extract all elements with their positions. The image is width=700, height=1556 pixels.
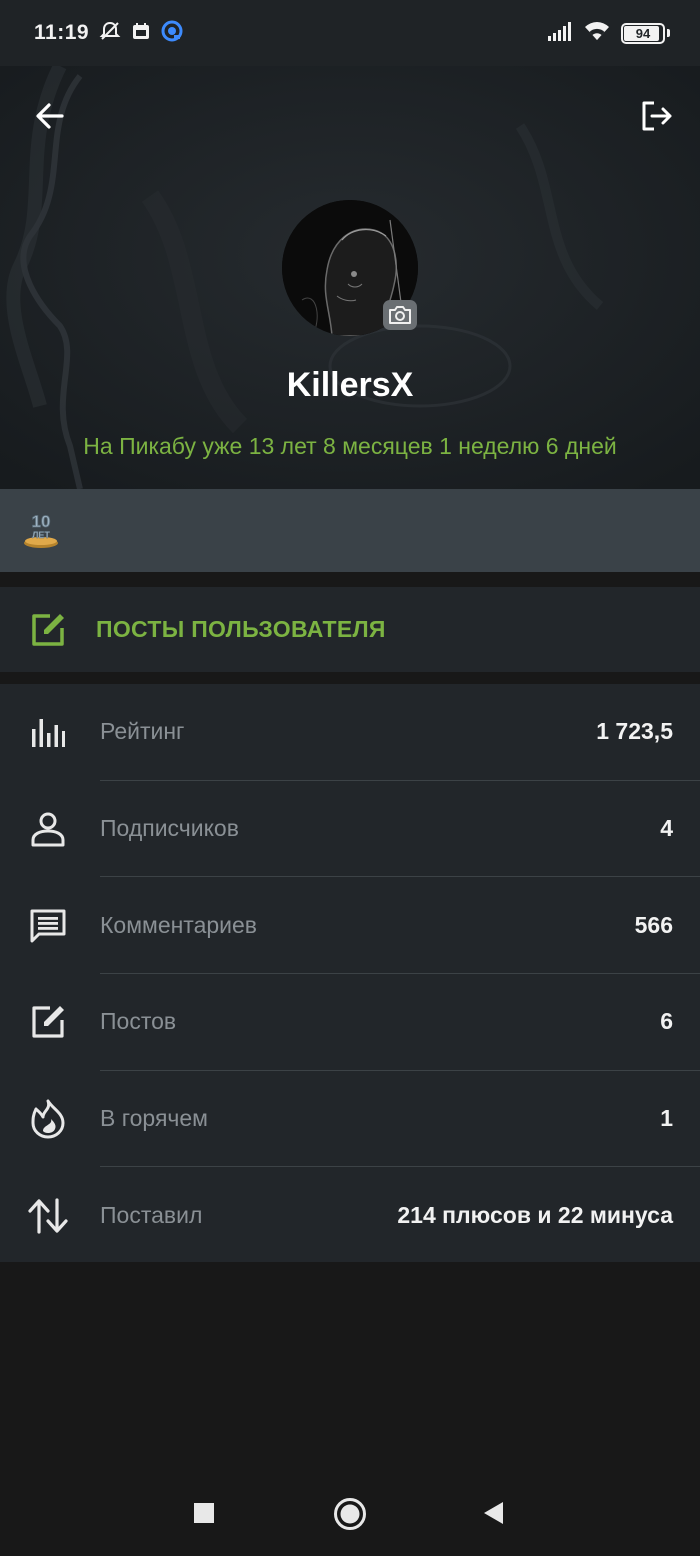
notification-muted-icon xyxy=(99,20,121,47)
up-down-arrows-icon xyxy=(28,1198,68,1234)
user-posts-label: ПОСТЫ ПОЛЬЗОВАТЕЛЯ xyxy=(96,616,386,642)
battery-level: 94 xyxy=(635,25,651,41)
stat-value: 1 xyxy=(660,1105,673,1132)
stat-label: Постов xyxy=(100,1008,177,1035)
edit-icon xyxy=(32,1006,64,1039)
logout-icon xyxy=(642,101,672,131)
status-bar: 11:19 94 xyxy=(0,0,700,66)
triangle-back-icon xyxy=(484,1502,503,1524)
awards-bar: 10 ЛЕТ xyxy=(0,489,700,572)
calendar-icon xyxy=(131,21,151,46)
comment-icon xyxy=(30,909,66,943)
stat-value: 4 xyxy=(660,815,673,842)
stat-value: 1 723,5 xyxy=(596,718,673,745)
award-10-years[interactable]: 10 ЛЕТ xyxy=(22,507,60,554)
bar-chart-icon xyxy=(32,719,65,748)
svg-text:10: 10 xyxy=(32,512,51,531)
stat-row-rating: Рейтинг 1 723,5 xyxy=(0,684,700,781)
stats-list: Рейтинг 1 723,5 Подписчиков 4 Комментари xyxy=(0,684,700,1262)
profile-header: KillersX На Пикабу уже 13 лет 8 месяцев … xyxy=(0,66,700,489)
svg-text:ЛЕТ: ЛЕТ xyxy=(32,530,50,540)
stat-label: В горячем xyxy=(100,1105,208,1132)
back-nav-button[interactable] xyxy=(474,1493,514,1533)
stat-row-votes: Поставил 214 плюсов и 22 минуса xyxy=(0,1167,700,1264)
circle-icon xyxy=(334,1498,366,1530)
stat-label: Рейтинг xyxy=(100,718,185,745)
logout-button[interactable] xyxy=(627,86,687,146)
avatar[interactable] xyxy=(282,200,418,336)
stat-row-posts[interactable]: Постов 6 xyxy=(0,974,700,1071)
stat-label: Подписчиков xyxy=(100,815,239,842)
stat-value: 566 xyxy=(634,911,673,938)
home-button[interactable] xyxy=(328,1492,372,1536)
stat-value: 6 xyxy=(660,1008,673,1035)
change-avatar-button[interactable] xyxy=(383,300,417,330)
user-posts-button[interactable]: ПОСТЫ ПОЛЬЗОВАТЕЛЯ xyxy=(0,587,700,672)
recents-button[interactable] xyxy=(184,1493,224,1533)
wifi-icon xyxy=(583,20,611,47)
stat-value: 214 плюсов и 22 минуса xyxy=(397,1202,673,1229)
status-time: 11:19 xyxy=(34,21,90,44)
battery-indicator: 94 xyxy=(621,22,665,44)
stat-label: Поставил xyxy=(100,1202,203,1229)
arrow-left-icon xyxy=(36,103,64,129)
stat-row-subscribers[interactable]: Подписчиков 4 xyxy=(0,781,700,878)
person-icon xyxy=(31,812,65,847)
back-button[interactable] xyxy=(20,86,80,146)
stat-row-hot[interactable]: В горячем 1 xyxy=(0,1071,700,1168)
stat-row-comments[interactable]: Комментариев 566 xyxy=(0,877,700,975)
app-notification-icon xyxy=(161,20,183,47)
flame-icon xyxy=(31,1099,65,1139)
membership-duration: На Пикабу уже 13 лет 8 месяцев 1 неделю … xyxy=(83,433,617,459)
camera-icon xyxy=(389,306,411,324)
edit-icon xyxy=(32,613,64,646)
username: KillersX xyxy=(286,366,414,404)
10-years-badge-icon: 10 ЛЕТ xyxy=(24,512,58,548)
stat-label: Комментариев xyxy=(100,911,258,938)
square-icon xyxy=(194,1503,214,1523)
system-nav-bar xyxy=(0,1474,700,1556)
signal-icon xyxy=(547,21,573,46)
